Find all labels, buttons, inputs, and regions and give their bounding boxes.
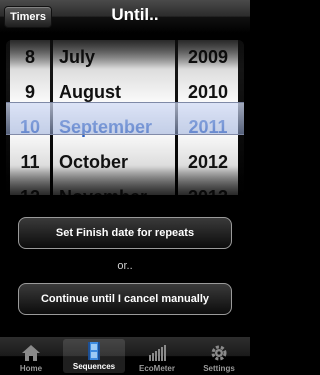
day-option[interactable]: 11 [10,145,50,180]
home-icon [22,345,40,361]
year-option[interactable]: 2013 [178,180,238,195]
continue-until-cancel-button[interactable]: Continue until I cancel manually [18,283,232,315]
month-option[interactable]: July [53,40,175,75]
year-option[interactable]: 2012 [178,145,238,180]
day-option[interactable]: 12 [10,180,50,195]
tab-label: Home [19,364,43,373]
set-finish-date-button[interactable]: Set Finish date for repeats [18,217,232,249]
tab-bar: Home Sequences EcoMeter Settings [0,337,250,375]
year-option[interactable]: 2010 [178,75,238,110]
day-option-selected[interactable]: 10 [10,110,50,145]
day-option[interactable]: 9 [10,75,50,110]
month-option-selected[interactable]: September [53,110,175,145]
tab-label: Settings [203,364,235,373]
year-option-selected[interactable]: 2011 [178,110,238,145]
back-button-timers[interactable]: Timers [4,6,52,28]
or-separator: or.. [117,260,133,272]
month-wheel[interactable]: July August September October November [53,40,175,195]
day-option[interactable]: 8 [10,40,50,75]
month-option[interactable]: August [53,75,175,110]
month-option[interactable]: November [53,180,175,195]
navigation-bar: Timers Until.. [0,0,250,34]
year-wheel[interactable]: 2009 2010 2011 2012 2013 [178,40,238,195]
gear-icon [211,345,227,361]
tab-home[interactable]: Home [0,337,62,375]
tab-settings[interactable]: Settings [188,337,250,375]
year-option[interactable]: 2009 [178,40,238,75]
tab-sequences[interactable]: Sequences [63,339,125,373]
date-picker[interactable]: 8 9 10 11 12 July August September Octob… [6,40,244,195]
tab-ecometer[interactable]: EcoMeter [126,337,188,375]
tab-label: EcoMeter [138,364,175,373]
page-title: Until.. [111,5,159,24]
month-option[interactable]: October [53,145,175,180]
meter-icon [149,345,166,361]
day-wheel[interactable]: 8 9 10 11 12 [10,40,50,195]
filmstrip-icon [88,342,100,360]
tab-label: Sequences [72,362,116,371]
